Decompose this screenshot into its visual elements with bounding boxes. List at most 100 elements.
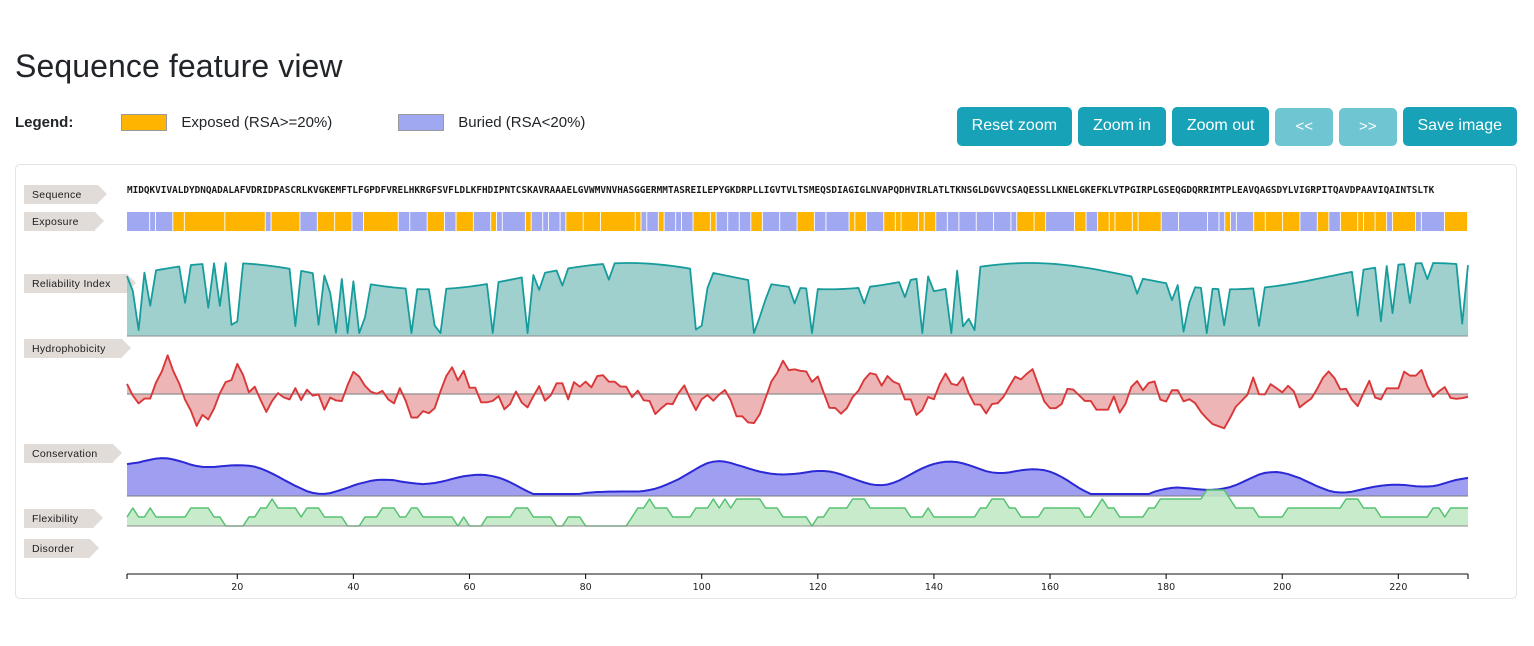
exposure-segment xyxy=(583,212,601,231)
legend-label-exposed: Exposed (RSA>=20%) xyxy=(181,113,333,131)
exposure-segment xyxy=(1300,212,1317,231)
exposure-segment xyxy=(849,212,855,231)
legend-swatch-exposed xyxy=(121,113,168,131)
exposure-segment xyxy=(1329,212,1340,231)
x-axis-tick-label: 20 xyxy=(231,582,243,593)
exposure-segment xyxy=(225,212,265,231)
exposure-segment xyxy=(548,212,560,231)
exposure-segment xyxy=(1358,212,1364,231)
exposure-segment xyxy=(150,212,155,231)
exposure-segment xyxy=(335,212,352,231)
exposure-segment xyxy=(543,212,549,231)
exposure-segment xyxy=(936,212,947,231)
exposure-segment xyxy=(560,212,566,231)
exposure-segment xyxy=(300,212,317,231)
x-axis-tick-label: 140 xyxy=(925,582,943,593)
exposure-segment xyxy=(1207,212,1219,231)
exposure-segment xyxy=(780,212,797,231)
exposure-segment xyxy=(398,212,410,231)
exposure-segment xyxy=(1109,212,1115,231)
conservation-fill xyxy=(127,458,1468,496)
feature-viewer-panel[interactable]: Sequence Exposure Reliability Index Hydr… xyxy=(15,164,1517,599)
legend-item-buried: Buried (RSA<20%) xyxy=(398,113,586,131)
exposure-segment xyxy=(895,212,901,231)
exposure-segment xyxy=(271,212,300,231)
exposure-segment xyxy=(531,212,543,231)
reset-zoom-button[interactable]: Reset zoom xyxy=(956,107,1073,146)
exposure-segment xyxy=(444,212,456,231)
legend-label-buried: Buried (RSA<20%) xyxy=(458,113,586,131)
exposure-segment xyxy=(635,212,641,231)
exposure-segment xyxy=(566,212,583,231)
exposure-segment xyxy=(1236,212,1254,231)
exposure-segment xyxy=(473,212,491,231)
zoom-out-button[interactable]: Zoom out xyxy=(1171,107,1270,146)
exposure-segment xyxy=(693,212,710,231)
exposure-segment xyxy=(1086,212,1098,231)
exposure-segment xyxy=(173,212,184,231)
exposure-segment xyxy=(1011,212,1017,231)
exposure-segment xyxy=(502,212,525,231)
exposure-segment xyxy=(317,212,335,231)
exposure-segment xyxy=(1017,212,1034,231)
exposure-segment xyxy=(1387,212,1392,231)
exposure-segment xyxy=(427,212,445,231)
x-axis-tick-label: 40 xyxy=(347,582,359,593)
exposure-segment xyxy=(1034,212,1046,231)
previous-button[interactable]: << xyxy=(1275,107,1333,146)
exposure-segment xyxy=(826,212,849,231)
x-axis-tick-label: 80 xyxy=(580,582,592,593)
exposure-segment xyxy=(866,212,884,231)
exposure-segment xyxy=(664,212,676,231)
viewer-toolbar: Reset zoom Zoom in Zoom out << >> Save i… xyxy=(956,107,1517,146)
page-title: Sequence feature view xyxy=(15,48,343,84)
feature-tracks-canvas[interactable]: 20 40 60 80 100 120 140 160 180 200 220 xyxy=(16,165,1516,598)
save-image-button[interactable]: Save image xyxy=(1402,107,1517,146)
exposure-segment xyxy=(496,212,502,231)
x-axis-tick-label: 160 xyxy=(1041,582,1059,593)
sequence-feature-view-page: Sequence feature view Legend: Exposed (R… xyxy=(0,0,1534,646)
x-axis-tick-label: 180 xyxy=(1157,582,1175,593)
exposure-segment xyxy=(1074,212,1086,231)
exposure-segment xyxy=(525,212,531,231)
exposure-segment xyxy=(994,212,1011,231)
exposure-segment xyxy=(352,212,364,231)
exposure-segment xyxy=(1363,212,1375,231)
exposure-segment xyxy=(647,212,658,231)
exposure-segment xyxy=(676,212,681,231)
exposure-segment xyxy=(1375,212,1387,231)
exposure-segment xyxy=(710,212,716,231)
exposure-segment xyxy=(641,212,647,231)
exposure-segment xyxy=(1444,212,1468,231)
exposure-segment xyxy=(1340,212,1358,231)
legend-title: Legend: xyxy=(15,113,74,131)
x-axis-tick-label: 200 xyxy=(1273,582,1291,593)
exposure-segment xyxy=(855,212,866,231)
exposure-segment xyxy=(1283,212,1300,231)
exposure-segment xyxy=(1225,212,1231,231)
exposure-segment xyxy=(491,212,497,231)
exposure-segment xyxy=(1317,212,1329,231)
reliability-index-fill xyxy=(127,263,1468,336)
exposure-segment xyxy=(1161,212,1179,231)
exposure-segment xyxy=(976,212,994,231)
exposure-segment xyxy=(1392,212,1416,231)
exposure-segment xyxy=(814,212,826,231)
exposure-segment xyxy=(265,212,271,231)
next-button[interactable]: >> xyxy=(1338,107,1397,146)
exposure-segment xyxy=(1098,212,1109,231)
exposure-segment xyxy=(410,212,427,231)
exposure-segment xyxy=(901,212,918,231)
exposure-segment xyxy=(1178,212,1207,231)
zoom-in-button[interactable]: Zoom in xyxy=(1078,107,1166,146)
exposure-segment xyxy=(456,212,473,231)
exposure-segment xyxy=(127,212,150,231)
exposure-segment xyxy=(797,212,814,231)
exposure-segment xyxy=(681,212,693,231)
exposure-segment xyxy=(1115,212,1132,231)
x-axis-tick-label: 220 xyxy=(1389,582,1407,593)
exposure-segment xyxy=(1421,212,1444,231)
exposure-segment xyxy=(762,212,780,231)
exposure-segment xyxy=(658,212,664,231)
exposure-segment xyxy=(1254,212,1265,231)
